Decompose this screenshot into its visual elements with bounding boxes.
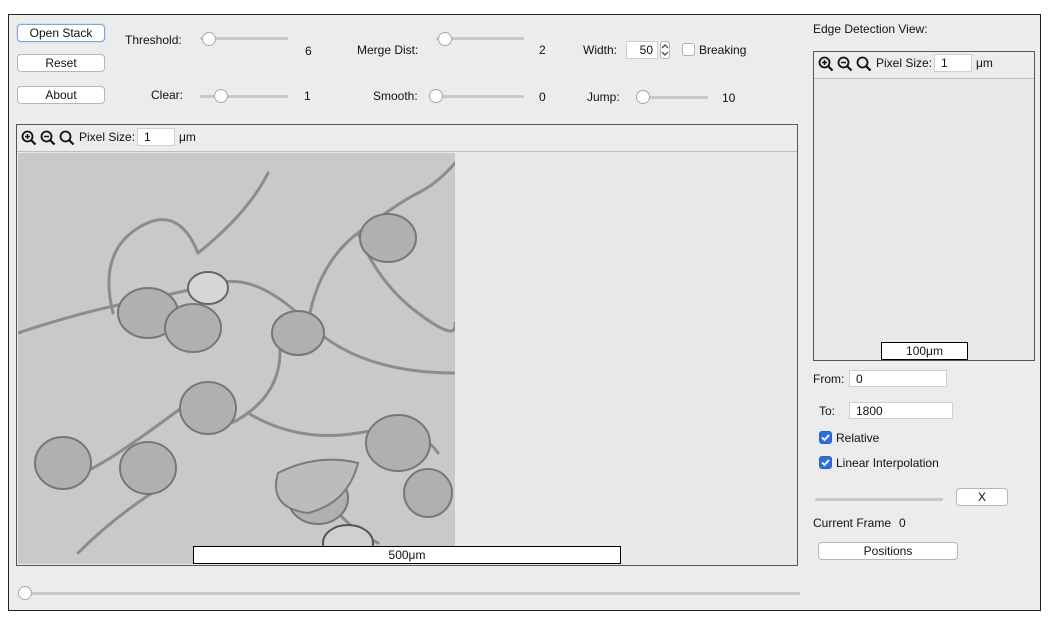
relative-label: Relative — [836, 431, 880, 445]
edge-pixel-size-input[interactable]: 1 — [934, 54, 972, 72]
main-image-panel: Pixel Size: 1 μm 500μm — [16, 124, 798, 566]
breaking-label: Breaking — [699, 43, 747, 57]
relative-checkbox[interactable] — [819, 431, 832, 444]
current-frame-value: 0 — [899, 516, 906, 530]
zoom-fit-icon[interactable] — [856, 56, 872, 72]
edge-view-title: Edge Detection View: — [813, 22, 928, 36]
to-input[interactable]: 1800 — [849, 402, 953, 419]
reset-button[interactable]: Reset — [17, 54, 105, 72]
main-scale-bar: 500μm — [193, 546, 621, 564]
linear-interpolation-checkbox[interactable] — [819, 456, 832, 469]
clear-slider-thumb[interactable] — [214, 89, 228, 103]
breaking-checkbox[interactable] — [682, 43, 695, 56]
merge-dist-value: 2 — [539, 43, 546, 57]
edge-pixel-size-unit: μm — [976, 56, 993, 70]
checkmark-icon — [821, 434, 830, 442]
zoom-in-icon[interactable] — [818, 56, 834, 72]
zoom-out-icon[interactable] — [837, 56, 853, 72]
pixel-size-label: Pixel Size: — [79, 130, 136, 144]
smooth-slider-thumb[interactable] — [429, 89, 443, 103]
edge-detection-panel: Pixel Size: 1 μm 100μm — [813, 51, 1035, 361]
jump-value: 10 — [722, 91, 736, 105]
current-frame-label: Current Frame — [813, 516, 892, 530]
edge-scale-bar: 100μm — [881, 342, 968, 360]
close-x-button[interactable]: X — [956, 488, 1008, 506]
to-label: To: — [819, 404, 836, 418]
from-input[interactable]: 0 — [849, 370, 947, 387]
merge-dist-label: Merge Dist: — [357, 43, 419, 57]
zoom-in-icon[interactable] — [21, 130, 37, 146]
positions-button[interactable]: Positions — [818, 542, 958, 560]
linear-interpolation-label: Linear Interpolation — [836, 456, 939, 470]
pixel-size-input[interactable]: 1 — [137, 128, 175, 146]
frame-slider-thumb[interactable] — [18, 586, 32, 600]
width-stepper[interactable] — [660, 41, 670, 59]
merge-dist-slider-thumb[interactable] — [438, 32, 452, 46]
from-label: From: — [813, 372, 845, 386]
jump-label: Jump: — [587, 90, 620, 104]
smooth-label: Smooth: — [373, 89, 418, 103]
clear-label: Clear: — [151, 88, 184, 102]
threshold-label: Threshold: — [125, 33, 182, 47]
threshold-value: 6 — [305, 44, 312, 58]
pixel-size-unit: μm — [179, 130, 196, 144]
frame-slider[interactable] — [22, 592, 800, 595]
checkmark-icon — [821, 459, 830, 467]
width-label: Width: — [583, 43, 618, 57]
width-spinner-input[interactable]: 50 — [626, 41, 658, 59]
stepper-arrows-icon — [661, 44, 669, 56]
smooth-value: 0 — [539, 90, 546, 104]
smooth-slider[interactable] — [430, 95, 524, 98]
progress-bar — [815, 498, 943, 501]
threshold-slider-thumb[interactable] — [202, 32, 216, 46]
microscopy-image — [18, 153, 455, 564]
jump-slider-thumb[interactable] — [636, 90, 650, 104]
main-image-toolbar: Pixel Size: 1 μm — [17, 125, 797, 152]
zoom-out-icon[interactable] — [40, 130, 56, 146]
open-stack-button[interactable]: Open Stack — [17, 24, 105, 42]
edge-pixel-size-label: Pixel Size: — [876, 56, 933, 70]
about-button[interactable]: About — [17, 86, 105, 104]
zoom-fit-icon[interactable] — [59, 130, 75, 146]
edge-view-toolbar: Pixel Size: 1 μm — [814, 52, 1034, 79]
clear-value: 1 — [304, 89, 311, 103]
